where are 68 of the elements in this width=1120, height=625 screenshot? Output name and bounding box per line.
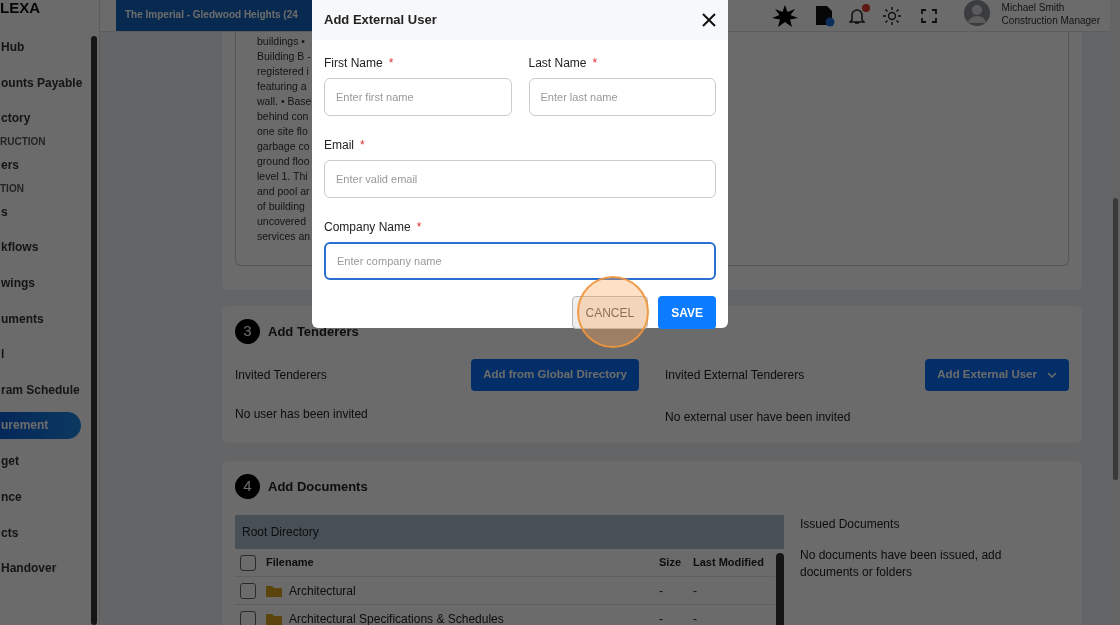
column-header: Last Modified [693,555,765,571]
nav-item[interactable]: ctory [0,100,91,137]
section-title: Add Tenderers [268,322,359,341]
field-label: Company Name [324,220,411,234]
table-cell-text: - [693,610,698,625]
empty-message: No documents have been issued, add documents or folders [800,547,1003,581]
step-number: 4 [235,474,260,499]
nav-item[interactable]: get [0,443,91,480]
scrollbar[interactable] [1112,198,1118,480]
empty-message: No external user have been invited [665,409,852,426]
bell-icon[interactable] [848,6,865,25]
section-title: Add Documents [268,477,368,496]
file-name[interactable]: Architectural [289,581,649,600]
nav-item[interactable]: ers [0,147,91,183]
nav-item[interactable]: ram Schedule [0,372,91,408]
checkbox[interactable] [240,610,256,625]
required-mark: * [388,56,394,70]
table-cell-text: - [693,582,698,600]
issued-title: Issued Documents [800,516,901,533]
input-field[interactable]: Enter company name [324,242,716,280]
logo-text: LEXA [0,0,41,18]
field-label: Email [324,138,354,152]
required-mark: * [592,56,598,70]
sun-icon[interactable] [882,6,901,25]
field-label: Last Name [528,56,587,70]
column-label: Invited Tenderers [235,367,327,384]
nav-item[interactable]: Hub [0,29,91,65]
scrollbar[interactable] [91,36,97,625]
step-number: 3 [235,319,260,344]
field-label: First Name [324,56,383,70]
nav-item[interactable]: nce [0,479,91,515]
directory-header: Root Directory [235,515,784,549]
column-header: Size [659,555,682,571]
caret-icon[interactable] [1047,372,1057,378]
nav-item[interactable]: s [0,193,91,230]
table-cell-text: - [659,610,664,625]
checkbox[interactable] [240,554,256,571]
document-icon[interactable] [814,4,835,27]
nav-item[interactable]: uments [0,300,91,337]
nav-item[interactable]: Handover [0,550,91,587]
nav-item[interactable]: kflows [0,229,91,266]
user-role: Construction Manager [1001,13,1100,27]
close-icon[interactable] [702,13,716,27]
fullscreen-icon[interactable] [920,8,937,23]
folder-icon [266,584,282,597]
nav-item[interactable]: urement [0,411,81,439]
column-header: Filename [266,555,315,571]
section-heading: RUCTION [0,135,47,150]
add-button[interactable]: Add from Global Directory [471,359,639,391]
empty-message: No user has been invited [235,406,369,423]
nav-item[interactable]: wings [0,265,91,301]
file-name[interactable]: Architectural Specifications & Schedules [289,609,649,625]
folder-icon [266,612,282,625]
save-button[interactable]: SAVE [658,296,716,329]
star-icon[interactable] [770,3,799,28]
add-button[interactable]: Add External User [925,359,1069,391]
scrollbar[interactable] [776,553,784,625]
cancel-button[interactable]: CANCEL [571,296,649,329]
column-label: Invited External Tenderers [665,367,805,384]
required-mark: * [416,220,422,234]
section-heading: TION [0,181,25,196]
nav-item[interactable]: l [0,336,91,373]
nav-item[interactable]: cts [0,514,91,551]
nav-item[interactable]: ounts Payable [0,64,91,101]
table-cell-text: - [659,582,664,600]
checkbox[interactable] [240,582,256,599]
required-mark: * [360,138,365,152]
user-name: Michael Smith [1001,0,1066,14]
